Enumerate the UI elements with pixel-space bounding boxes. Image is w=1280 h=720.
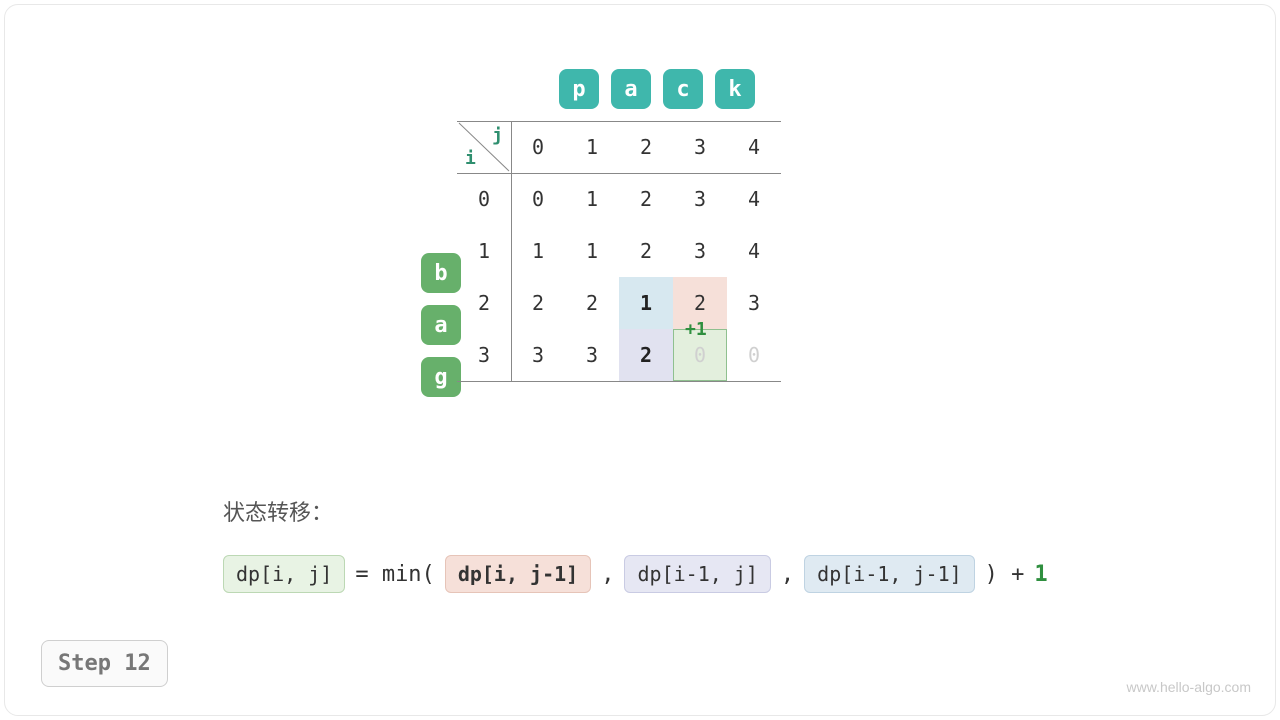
dp-cell: 2 [511, 277, 565, 329]
formula-term-a: dp[i, j-1] [445, 555, 591, 593]
formula-text: , [781, 562, 794, 587]
letter-badge: p [559, 69, 599, 109]
table-rule [457, 381, 781, 382]
dp-cell: 2 [619, 173, 673, 225]
table-rule [457, 121, 781, 122]
dp-cell: 3 [673, 173, 727, 225]
dp-cell: 0 [673, 329, 727, 381]
axis-corner: j i [457, 121, 511, 173]
dp-cell: 4 [727, 173, 781, 225]
table-rule [457, 173, 781, 174]
letter-badge: a [611, 69, 651, 109]
dp-cell: 2 [565, 277, 619, 329]
formula: dp[i, j] = min( dp[i, j-1] , dp[i-1, j] … [223, 555, 1048, 593]
col-header: 1 [565, 121, 619, 173]
dp-cell: 1 [565, 173, 619, 225]
col-header: 4 [727, 121, 781, 173]
letter-badge: g [421, 357, 461, 397]
dp-table: j i 0 1 2 3 4 0 0 1 2 3 4 1 1 1 2 3 4 2 … [457, 121, 781, 381]
formula-block: 状态转移： dp[i, j] = min( dp[i, j-1] , dp[i-… [223, 495, 1048, 593]
watermark: www.hello-algo.com [1127, 679, 1252, 695]
step-badge: Step 12 [41, 640, 168, 687]
letter-badge: c [663, 69, 703, 109]
row-header: 0 [457, 173, 511, 225]
source-word: b a g [421, 253, 461, 397]
formula-lhs: dp[i, j] [223, 555, 345, 593]
formula-text: = min( [355, 562, 434, 587]
dp-cell: 3 [511, 329, 565, 381]
formula-title: 状态转移： [223, 495, 1048, 527]
formula-text: ) + [985, 562, 1025, 587]
dp-cell: 0 [511, 173, 565, 225]
dp-cell: 0 [727, 329, 781, 381]
row-header: 2 [457, 277, 511, 329]
dp-cell: 1 [565, 225, 619, 277]
col-header: 2 [619, 121, 673, 173]
dp-cell: 1 [619, 277, 673, 329]
dp-cell: 3 [673, 225, 727, 277]
axis-j-label: j [492, 125, 503, 146]
letter-badge: a [421, 305, 461, 345]
col-header: 0 [511, 121, 565, 173]
dp-cell: 4 [727, 225, 781, 277]
formula-term-c: dp[i-1, j-1] [804, 555, 975, 593]
dp-cell: 2 [619, 329, 673, 381]
dp-cell: 1 [511, 225, 565, 277]
col-header: 3 [673, 121, 727, 173]
table-rule [511, 121, 512, 381]
letter-badge: b [421, 253, 461, 293]
dp-cell: 2 [673, 277, 727, 329]
formula-term-b: dp[i-1, j] [624, 555, 770, 593]
dp-cell: 3 [727, 277, 781, 329]
axis-i-label: i [465, 148, 476, 169]
target-word: p a c k [559, 69, 755, 109]
letter-badge: k [715, 69, 755, 109]
row-header: 1 [457, 225, 511, 277]
formula-plus-one: 1 [1034, 562, 1047, 587]
row-header: 3 [457, 329, 511, 381]
dp-cell: 3 [565, 329, 619, 381]
dp-cell: 2 [619, 225, 673, 277]
formula-text: , [601, 562, 614, 587]
